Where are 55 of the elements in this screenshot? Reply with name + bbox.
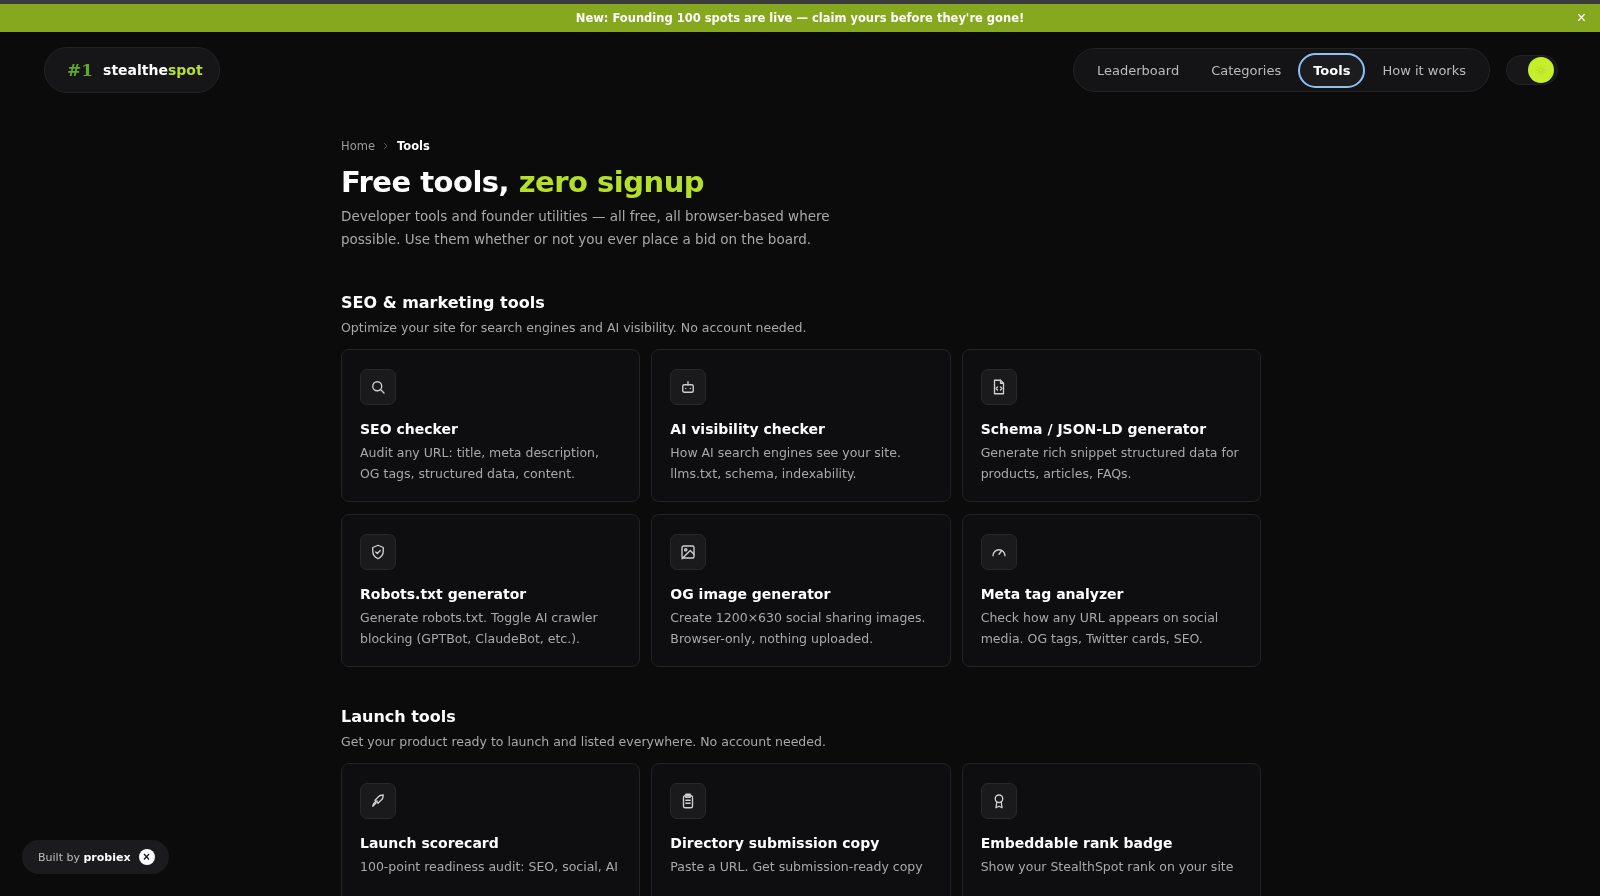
card-description: Generate robots.txt. Toggle AI crawler blocking (GPTBot, ClaudeBot, etc.). [360, 609, 599, 648]
nav-link[interactable]: Tools [1298, 52, 1366, 88]
card-description: Paste a URL. Get submission-ready copy [670, 858, 924, 876]
card-description: How AI search engines see your site. llms.txt, schema, indexability. [670, 444, 902, 483]
sun-icon [1528, 57, 1554, 83]
shield-check-icon [360, 534, 396, 570]
gauge-icon [980, 534, 1017, 570]
tool-card[interactable]: Meta tag analyzer Check how any URL appears on social media. OG tags, Twitter cards, SEO. [961, 514, 1261, 667]
rocket-icon [360, 783, 396, 819]
card-title: Directory submission copy [670, 835, 881, 851]
card-description: Check how any URL appears on social media. OG tags, Twitter cards, SEO. [980, 609, 1220, 648]
breadcrumb-current: Tools [396, 139, 430, 153]
card-title: OG image generator [670, 586, 832, 602]
section-title: Launch tools [341, 707, 457, 726]
section-title: SEO & marketing tools [341, 293, 546, 312]
card-title: Meta tag analyzer [980, 586, 1125, 602]
tool-card[interactable]: Embeddable rank badge Show your StealthSpot rank on your site [961, 763, 1261, 896]
tool-card[interactable]: AI visibility checker How AI search engines see your site. llms.txt, schema, indexability. [651, 349, 951, 502]
tool-card[interactable]: OG image generator Create 1200×630 social sharing images. Browser-only, nothing uploaded. [651, 514, 951, 667]
built-by-text: Built by probiex [38, 850, 131, 864]
robot-icon [670, 369, 707, 405]
nav-link[interactable]: Categories [1196, 52, 1297, 88]
card-description: Show your StealthSpot rank on your site [980, 858, 1235, 876]
chevron-icon [381, 142, 390, 150]
award-icon [980, 783, 1017, 819]
page-title: Free tools, zero signup [341, 165, 706, 199]
tool-card[interactable]: Schema / JSON-LD generator Generate rich snippet structured data for products, articles, FAQs. [961, 349, 1261, 502]
announcement-text: New: Founding 100 spots are live — claim yours before they're gone! [575, 11, 1025, 25]
card-title: Launch scorecard [360, 835, 500, 851]
logo-link[interactable]: #1 stealthespot [44, 47, 220, 93]
page-description: Developer tools and founder utilities — all free, all browser-based where possible. Use them whether or not you ever place a bid on the board. [341, 207, 831, 249]
card-description: 100-point readiness audit: SEO, social, AI [360, 858, 619, 876]
nav-link[interactable]: Leaderboard [1082, 52, 1195, 88]
search-icon [360, 369, 396, 405]
tool-card[interactable]: Directory submission copy Paste a URL. Get submission-ready copy [651, 763, 951, 896]
breadcrumb-link[interactable]: Home [341, 139, 375, 153]
tool-card[interactable]: Launch scorecard 100-point readiness audit: SEO, social, AI [341, 763, 641, 896]
section-description: Optimize your site for search engines and AI visibility. No account needed. [341, 320, 808, 335]
card-description: Create 1200×630 social sharing images. Browser-only, nothing uploaded. [670, 609, 927, 648]
card-description: Audit any URL: title, meta description, OG tags, structured data, content. [360, 444, 600, 483]
card-title: Embeddable rank badge [980, 835, 1174, 851]
card-title: SEO checker [360, 421, 459, 437]
section-description: Get your product ready to launch and listed everywhere. No account needed. [341, 734, 827, 749]
nav-link[interactable]: How it works [1367, 52, 1481, 88]
clipboard-icon [670, 783, 707, 819]
card-title: AI visibility checker [670, 421, 826, 437]
tool-card[interactable]: SEO checker Audit any URL: title, meta description, OG tags, structured data, content. [341, 349, 641, 502]
code-file-icon [980, 369, 1017, 405]
close-button[interactable]: × [138, 849, 155, 865]
theme-toggle[interactable] [1506, 55, 1558, 85]
card-title: Robots.txt generator [360, 586, 528, 602]
card-description: Generate rich snippet structured data for products, articles, FAQs. [980, 444, 1240, 483]
card-title: Schema / JSON-LD generator [980, 421, 1208, 437]
tool-card[interactable]: Robots.txt generator Generate robots.txt. Toggle AI crawler blocking (GPTBot, ClaudeBot, etc.). [341, 514, 641, 667]
image-icon [670, 534, 707, 570]
